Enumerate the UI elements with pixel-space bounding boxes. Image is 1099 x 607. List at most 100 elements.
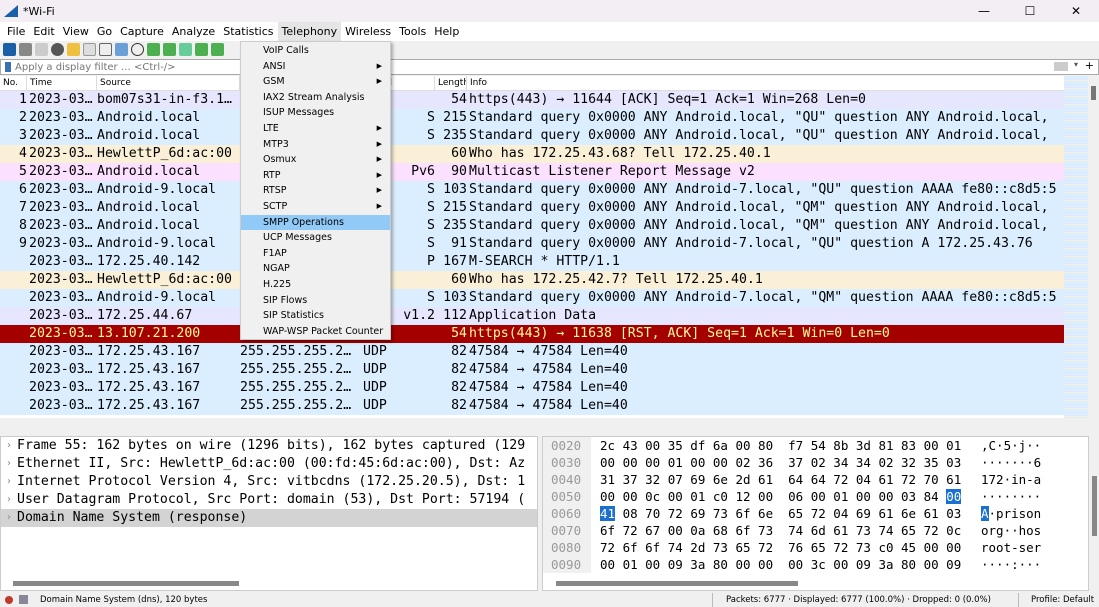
hex-ascii[interactable]: A·prison (981, 505, 1041, 522)
hex-ascii[interactable]: org··hos (981, 522, 1041, 539)
display-filter-input[interactable] (15, 61, 915, 73)
packet-row[interactable]: 2023-03… 172.25.44.67 v1.2 112 Application D… (0, 307, 1064, 325)
details-horizontal-scrollbar[interactable] (13, 581, 239, 586)
restart-capture-icon[interactable] (35, 43, 48, 56)
menu-item-lte[interactable]: LTE ▶ (241, 121, 390, 137)
menu-item-rtp[interactable]: RTP ▶ (241, 168, 390, 184)
packet-row[interactable]: 1 2023-03… bom07s31-in-f3.1… 54 https(443) →… (0, 91, 1064, 109)
menu-analyze[interactable]: Analyze (168, 22, 219, 41)
menu-item-sip-statistics[interactable]: SIP Statistics (241, 308, 390, 324)
menu-wireless[interactable]: Wireless (341, 22, 395, 41)
menu-item-h-225[interactable]: H.225 (241, 277, 390, 293)
column-time[interactable]: Time (27, 76, 97, 90)
menu-tools[interactable]: Tools (395, 22, 430, 41)
expert-info-icon[interactable] (5, 596, 13, 604)
hex-bytes[interactable]: 00 00 0c 00 01 c0 12 00 06 00 01 00 00 0… (591, 488, 981, 505)
menu-item-wap-wsp-packet-counter[interactable]: WAP-WSP Packet Counter (241, 324, 390, 340)
packet-row[interactable]: 2023-03… 172.25.43.167 255.255.255.2… UDP 82… (0, 343, 1064, 361)
column-no[interactable]: No. (0, 76, 27, 90)
menu-item-osmux[interactable]: Osmux ▶ (241, 152, 390, 168)
open-file-icon[interactable] (67, 43, 80, 56)
packet-row[interactable]: 3 2023-03… Android.local S 235 Standard query… (0, 127, 1064, 145)
expand-arrow-icon[interactable]: › (1, 491, 17, 509)
maximize-button[interactable]: ☐ (1007, 0, 1053, 22)
expand-arrow-icon[interactable]: › (1, 455, 17, 473)
start-capture-icon[interactable] (3, 43, 16, 56)
detail-tree-item[interactable]: › Internet Protocol Version 4, Src: vitbc… (1, 473, 537, 491)
detail-tree-item[interactable]: › User Datagram Protocol, Src Port: domai… (1, 491, 537, 509)
hex-ascii[interactable]: ········ (981, 488, 1041, 505)
packet-row[interactable]: 2 2023-03… Android.local S 215 Standard query… (0, 109, 1064, 127)
bookmark-icon[interactable] (5, 62, 11, 72)
status-profile[interactable]: Profile: Default (1031, 593, 1094, 607)
save-file-icon[interactable] (83, 43, 96, 56)
menu-item-isup-messages[interactable]: ISUP Messages (241, 105, 390, 121)
menu-item-sctp[interactable]: SCTP ▶ (241, 199, 390, 215)
menu-statistics[interactable]: Statistics (219, 22, 277, 41)
menu-item-gsm[interactable]: GSM ▶ (241, 74, 390, 90)
menu-item-sip-flows[interactable]: SIP Flows (241, 293, 390, 309)
expand-arrow-icon[interactable]: › (1, 509, 17, 527)
hex-ascii[interactable]: 172·in-a (981, 471, 1041, 488)
hex-bytes[interactable]: 00 00 00 01 00 00 02 36 37 02 34 34 02 3… (591, 454, 981, 471)
close-button[interactable]: ✕ (1053, 0, 1099, 22)
minimize-button[interactable]: — (961, 0, 1007, 22)
menu-item-ucp-messages[interactable]: UCP Messages (241, 230, 390, 246)
expand-arrow-icon[interactable]: › (1, 473, 17, 491)
detail-tree-item[interactable]: › Frame 55: 162 bytes on wire (1296 bits)… (1, 437, 537, 455)
bytes-vertical-scrollbar[interactable] (1089, 436, 1099, 591)
hex-bytes[interactable]: 41 08 70 72 69 73 6f 6e 65 72 04 69 61 6… (591, 505, 981, 522)
menu-help[interactable]: Help (430, 22, 463, 41)
go-forward-icon[interactable] (163, 43, 176, 56)
detail-tree-item[interactable]: › Domain Name System (response) (1, 509, 537, 527)
hex-bytes[interactable]: 6f 72 67 00 0a 68 6f 73 74 6d 61 73 74 6… (591, 522, 981, 539)
packet-row[interactable]: 2023-03… HewlettP_6d:ac:00 60 Who has 172.2… (0, 271, 1064, 289)
close-file-icon[interactable] (99, 43, 112, 56)
packet-list-scrollbar[interactable] (1088, 76, 1099, 418)
menu-item-voip-calls[interactable]: VoIP Calls (241, 43, 390, 59)
packet-row[interactable]: 8 2023-03… Android.local S 235 Standard query… (0, 217, 1064, 235)
packet-row[interactable]: 2023-03… 172.25.43.167 255.255.255.2… UDP 82… (0, 397, 1064, 415)
edit-comment-icon[interactable] (19, 595, 28, 604)
hex-ascii[interactable]: root-ser (981, 539, 1041, 556)
hex-bytes[interactable]: 2c 43 00 35 df 6a 00 80 f7 54 8b 3d 81 8… (591, 437, 981, 454)
apply-filter-icon[interactable] (1054, 62, 1068, 71)
hex-bytes[interactable]: 00 01 00 09 3a 80 00 00 00 3c 00 09 3a 8… (591, 556, 981, 573)
menu-item-iax2-stream-analysis[interactable]: IAX2 Stream Analysis (241, 90, 390, 106)
menu-item-smpp-operations[interactable]: SMPP Operations (241, 214, 390, 231)
menu-go[interactable]: Go (93, 22, 116, 41)
menu-item-mtp3[interactable]: MTP3 ▶ (241, 137, 390, 153)
column-length[interactable]: Length (435, 76, 467, 90)
menu-item-ngap[interactable]: NGAP (241, 261, 390, 277)
hex-ascii[interactable]: ,C·5·j·· (981, 437, 1041, 454)
hex-ascii[interactable]: ·······6 (981, 454, 1041, 471)
hex-bytes[interactable]: 72 6f 6f 74 2d 73 65 72 76 65 72 73 c0 4… (591, 539, 981, 556)
go-to-packet-icon[interactable] (179, 43, 192, 56)
column-info[interactable]: Info (467, 76, 1064, 90)
stop-capture-icon[interactable] (19, 43, 32, 56)
menu-item-rtsp[interactable]: RTSP ▶ (241, 183, 390, 199)
packet-row[interactable]: 7 2023-03… Android.local S 215 Standard query… (0, 199, 1064, 217)
packet-row[interactable]: 2023-03… 172.25.43.167 255.255.255.2… UDP 82… (0, 379, 1064, 397)
find-packet-icon[interactable] (131, 43, 144, 56)
capture-options-icon[interactable] (51, 43, 64, 56)
menu-item-ansi[interactable]: ANSI ▶ (241, 59, 390, 75)
packet-row[interactable]: 2023-03… Android-9.local S 103 Standard quer… (0, 289, 1064, 307)
first-packet-icon[interactable] (195, 43, 208, 56)
last-packet-icon[interactable] (211, 43, 224, 56)
packet-minimap[interactable] (1064, 76, 1088, 418)
packet-row[interactable]: 6 2023-03… Android-9.local S 103 Standard que… (0, 181, 1064, 199)
bytes-horizontal-scrollbar[interactable] (556, 581, 798, 586)
menu-item-f1ap[interactable]: F1AP (241, 246, 390, 262)
menu-edit[interactable]: Edit (29, 22, 58, 41)
packet-row[interactable]: 5 2023-03… Android.local Pv6 90 Multicast Lis… (0, 163, 1064, 181)
packet-row[interactable]: 4 2023-03… HewlettP_6d:ac:00 60 Who has 172.… (0, 145, 1064, 163)
menu-capture[interactable]: Capture (116, 22, 168, 41)
packet-row[interactable]: 9 2023-03… Android-9.local S 91 Standard quer… (0, 235, 1064, 253)
hex-ascii[interactable]: ····:··· (981, 556, 1041, 573)
column-source[interactable]: Source (97, 76, 240, 90)
go-back-icon[interactable] (147, 43, 160, 56)
menu-file[interactable]: File (3, 22, 29, 41)
hex-bytes[interactable]: 31 37 32 07 69 6e 2d 61 64 64 72 04 61 7… (591, 471, 981, 488)
packet-row[interactable]: 2023-03… 172.25.40.142 P 167 M-SEARCH * HTTP… (0, 253, 1064, 271)
